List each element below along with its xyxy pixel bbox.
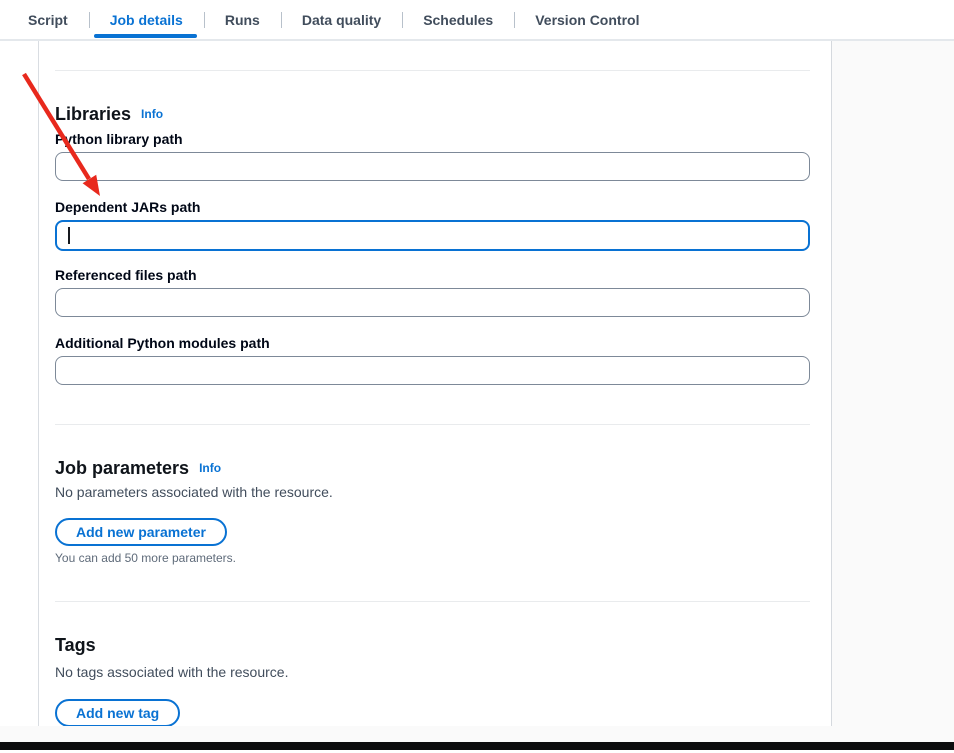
tab-runs[interactable]: Runs <box>204 0 281 39</box>
tab-schedules[interactable]: Schedules <box>402 0 514 39</box>
add-new-tag-button[interactable]: Add new tag <box>55 699 180 726</box>
dependent-jars-path-label: Dependent JARs path <box>55 197 810 217</box>
add-new-parameter-button[interactable]: Add new parameter <box>55 518 227 546</box>
tags-section: Tags No tags associated with the resourc… <box>55 633 810 726</box>
libraries-section: LibrariesInfo Python library path Depend… <box>55 102 810 385</box>
python-library-path-input[interactable] <box>55 152 810 181</box>
referenced-files-path-label: Referenced files path <box>55 265 810 285</box>
dependent-jars-path-field <box>55 220 810 251</box>
referenced-files-path-input[interactable] <box>55 288 810 317</box>
bottom-black-bar <box>0 742 954 750</box>
right-gutter <box>831 41 954 726</box>
additional-python-modules-path-input[interactable] <box>55 356 810 385</box>
additional-python-modules-path-label: Additional Python modules path <box>55 333 810 353</box>
tab-data-quality[interactable]: Data quality <box>281 0 402 39</box>
job-details-panel: LibrariesInfo Python library path Depend… <box>38 41 831 726</box>
job-parameters-hint-text: You can add 50 more parameters. <box>55 550 810 566</box>
section-divider <box>55 601 810 602</box>
dependent-jars-path-input[interactable] <box>55 220 810 251</box>
bottom-gutter <box>0 726 954 742</box>
job-parameters-info-link[interactable]: Info <box>199 461 221 475</box>
section-divider <box>55 70 810 71</box>
tab-bar: Script Job details Runs Data quality Sch… <box>0 0 954 41</box>
job-parameters-title: Job parametersInfo <box>55 456 810 480</box>
job-parameters-empty-text: No parameters associated with the resour… <box>55 482 810 502</box>
section-divider <box>55 424 810 425</box>
python-library-path-label: Python library path <box>55 129 810 149</box>
libraries-info-link[interactable]: Info <box>141 107 163 121</box>
job-parameters-section: Job parametersInfo No parameters associa… <box>55 456 810 566</box>
tab-job-details[interactable]: Job details <box>89 0 204 39</box>
tab-version-control[interactable]: Version Control <box>514 0 660 39</box>
tags-title: Tags <box>55 633 810 657</box>
tab-script[interactable]: Script <box>7 0 89 39</box>
libraries-title: LibrariesInfo <box>55 102 810 126</box>
tags-empty-text: No tags associated with the resource. <box>55 662 810 682</box>
